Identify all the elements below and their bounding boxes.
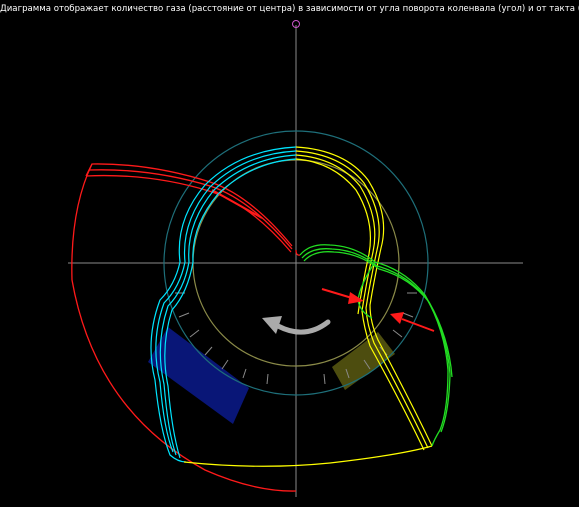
rotation-arrow-icon [262, 316, 331, 335]
power-stroke-curve [71, 163, 301, 492]
pointer-arrow-icon [321, 288, 364, 304]
crank-gas-diagram [68, 20, 523, 497]
pointer-arrow-icon [390, 312, 435, 332]
